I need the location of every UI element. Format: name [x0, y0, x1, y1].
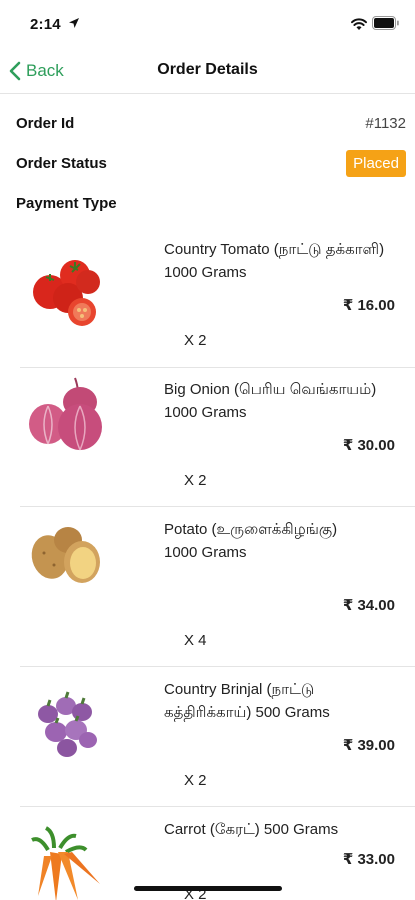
battery-icon	[372, 16, 399, 30]
divider	[20, 367, 415, 368]
item-quantity: X 2	[184, 772, 207, 789]
location-arrow-icon	[69, 18, 79, 28]
item-price: ₹ 33.00	[342, 851, 395, 868]
item-name: Potato (உருளைக்கிழங்கு) 1000 Grams	[164, 521, 338, 561]
order-status-label: Order Status	[16, 154, 107, 172]
tomato-icon	[33, 260, 100, 326]
payment-type-row: Payment Type	[16, 188, 406, 218]
status-bar: 2:14	[0, 0, 415, 48]
order-status-row: Order Status Placed	[16, 148, 406, 178]
payment-type-label: Payment Type	[16, 194, 117, 212]
list-item[interactable]: Potato (உருளைக்கிழங்கு) 1000 Grams ₹ 34.…	[20, 512, 415, 666]
item-name: Country Brinjal (நாட்டு கத்திரிக்காய்) 5…	[164, 681, 330, 721]
potato-icon	[31, 527, 100, 583]
brinjal-icon	[38, 691, 97, 757]
carrot-icon	[31, 826, 100, 900]
nav-bar: Back Order Details	[0, 48, 415, 94]
item-name: Big Onion (பெரிய வெங்காயம்) 1000 Grams	[164, 381, 377, 421]
home-indicator[interactable]	[134, 886, 282, 891]
list-item[interactable]: Big Onion (பெரிய வெங்காயம்) 1000 Grams ₹…	[20, 372, 415, 506]
item-quantity: X 2	[184, 472, 207, 489]
onion-icon	[29, 377, 102, 451]
item-name: Carrot (கேரட்) 500 Grams	[164, 821, 339, 838]
divider	[20, 806, 415, 807]
list-item[interactable]: Country Brinjal (நாட்டு கத்திரிக்காய்) 5…	[20, 672, 415, 806]
page-title: Order Details	[157, 61, 258, 78]
item-price: ₹ 30.00	[342, 437, 395, 454]
list-item[interactable]: Country Tomato (நாட்டு தக்காளி) 1000 Gra…	[20, 232, 415, 366]
status-time: 2:14	[30, 16, 61, 33]
item-price: ₹ 39.00	[342, 737, 395, 754]
order-id-value: #1132	[365, 114, 406, 132]
item-quantity: X 4	[184, 632, 207, 649]
status-badge: Placed	[346, 149, 406, 177]
divider	[20, 506, 415, 507]
wifi-icon	[351, 18, 367, 30]
item-quantity: X 2	[184, 332, 207, 349]
item-price: ₹ 16.00	[342, 297, 395, 314]
item-price: ₹ 34.00	[342, 597, 395, 614]
item-name: Country Tomato (நாட்டு தக்காளி) 1000 Gra…	[164, 241, 385, 281]
divider	[20, 666, 415, 667]
order-id-label: Order Id	[16, 114, 75, 132]
order-id-row: Order Id #1132	[16, 108, 406, 138]
